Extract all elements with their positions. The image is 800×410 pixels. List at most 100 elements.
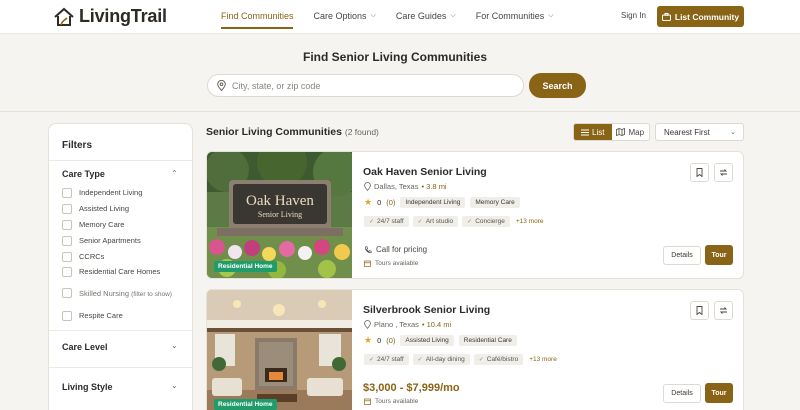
community-name[interactable]: Oak Haven Senior Living [363, 166, 487, 178]
chevron-down-icon: ⌵ [548, 12, 554, 19]
rating-row: ★ 0 (0) Independent Living Memory Care [364, 197, 520, 208]
amenities-row: ✓ 24/7 staff ✓ All-day dining ✓ Café/bistro… [364, 354, 557, 365]
filter-option-respite-care[interactable]: Respite Care [62, 311, 123, 321]
residential-home-badge: Residential Home [214, 261, 277, 272]
nav-care-options[interactable]: Care Options ⌵ [314, 11, 376, 21]
chevron-down-icon[interactable]: ⌄ [171, 381, 178, 390]
filter-option-senior-apartments[interactable]: Senior Apartments [62, 236, 141, 246]
site-header: LivingTrail Find Communities Care Option… [0, 0, 800, 34]
tour-button[interactable]: Tour [705, 245, 733, 265]
save-button[interactable] [690, 163, 709, 182]
amenity-label: Art studio [425, 218, 454, 225]
distance: • 10.4 mi [421, 320, 452, 329]
checkbox[interactable] [62, 204, 72, 214]
sort-select[interactable]: Nearest First ⌄ [655, 123, 744, 141]
checkbox[interactable] [62, 188, 72, 198]
price-text: $3,000 - $7,999/mo [363, 382, 460, 394]
star-icon: ★ [364, 335, 373, 345]
checkbox[interactable] [62, 236, 72, 246]
more-amenities-link[interactable]: +13 more [516, 218, 544, 225]
care-tag: Memory Care [470, 197, 520, 208]
chevron-down-icon[interactable]: ⌄ [171, 341, 178, 350]
option-label: Memory Care [79, 220, 125, 229]
amenity: ✓ All-day dining [412, 354, 470, 365]
care-tag: Independent Living [400, 197, 466, 208]
community-photo[interactable]: Oak Haven Senior Living Residential Home [207, 152, 352, 278]
save-button[interactable] [690, 301, 709, 320]
community-card[interactable]: Oak Haven Senior Living Residential Home… [206, 151, 744, 279]
community-card[interactable]: Residential Home Silverbrook Senior Livi… [206, 289, 744, 410]
sort-value: Nearest First [664, 127, 710, 137]
nav-care-guides[interactable]: Care Guides ⌵ [396, 11, 456, 21]
check-icon: ✓ [369, 357, 375, 363]
filter-option-residential-care-homes[interactable]: Residential Care Homes [62, 267, 160, 277]
details-button[interactable]: Details [663, 246, 701, 265]
community-name[interactable]: Silverbrook Senior Living [363, 304, 490, 316]
filter-option-assisted-living[interactable]: Assisted Living [62, 204, 129, 214]
map-view-label: Map [628, 127, 645, 137]
city: Plano , Texas [374, 320, 419, 329]
details-button[interactable]: Details [663, 384, 701, 403]
results-title-text: Senior Living Communities [206, 126, 342, 138]
care-level-title[interactable]: Care Level [62, 342, 108, 352]
check-icon: ✓ [478, 357, 484, 363]
location-search-input[interactable] [232, 80, 502, 91]
tours-text: Tours available [375, 260, 419, 267]
list-community-button[interactable]: List Community [657, 6, 744, 27]
community-photo[interactable]: Residential Home [207, 290, 352, 410]
star-icon: ★ [364, 197, 373, 207]
nav-label: Find Communities [221, 11, 294, 21]
option-label: Respite Care [79, 311, 123, 320]
nav-for-communities[interactable]: For Communities ⌵ [476, 11, 554, 21]
divider [0, 111, 800, 112]
checkbox[interactable] [62, 311, 72, 321]
view-toggle: List Map [573, 123, 650, 141]
sign-text-line1: Oak Haven [246, 193, 314, 209]
list-view-label: List [592, 127, 605, 137]
more-amenities-link[interactable]: +13 more [529, 356, 557, 363]
calendar-icon [364, 260, 371, 267]
amenity: ✓ 24/7 staff [364, 216, 409, 227]
chevron-down-icon: ⌵ [370, 12, 376, 19]
chevron-up-icon[interactable]: ⌃ [171, 169, 178, 178]
amenity: ✓ Art studio [412, 216, 459, 227]
checkbox[interactable] [62, 252, 72, 262]
residential-home-badge: Residential Home [214, 399, 277, 410]
checkbox[interactable] [62, 267, 72, 277]
silverbrook-lobby-photo [207, 290, 352, 410]
logo[interactable]: LivingTrail [53, 6, 167, 27]
compare-arrows-icon [719, 169, 728, 176]
search-button[interactable]: Search [529, 73, 586, 98]
chevron-down-icon: ⌄ [730, 129, 736, 136]
option-label: Residential Care Homes [79, 267, 161, 276]
living-style-title[interactable]: Living Style [62, 382, 113, 392]
filter-option-skilled-nursing[interactable]: Skilled Nursing (filter to show) [62, 288, 172, 300]
sign-in-link[interactable]: Sign In [621, 11, 646, 20]
checkbox[interactable] [62, 220, 72, 230]
filter-option-independent-living[interactable]: Independent Living [62, 188, 142, 198]
care-type-title[interactable]: Care Type [62, 169, 105, 179]
filter-option-memory-care[interactable]: Memory Care [62, 220, 124, 230]
map-view-button[interactable]: Map [612, 124, 650, 140]
hero-title: Find Senior Living Communities [302, 50, 487, 64]
filter-option-ccrcs[interactable]: CCRCs [62, 252, 104, 262]
sign-text-line2: Senior Living [258, 210, 302, 219]
compare-button[interactable] [714, 301, 733, 320]
option-label: Skilled Nursing (filter to show) [79, 288, 172, 300]
compare-button[interactable] [714, 163, 733, 182]
nav-find-communities[interactable]: Find Communities [221, 11, 294, 21]
rating-row: ★ 0 (0) Assisted Living Residential Care [364, 335, 517, 346]
location-pin-icon [364, 320, 371, 329]
divider [49, 330, 192, 331]
list-view-button[interactable]: List [574, 124, 612, 140]
main-nav: Find Communities Care Options ⌵ Care Guid… [221, 11, 574, 21]
tour-button[interactable]: Tour [705, 383, 733, 403]
amenity-label: Concierge [475, 218, 505, 225]
brand-name: LivingTrail [79, 6, 167, 26]
city: Dallas, Texas [374, 182, 419, 191]
checkbox[interactable] [62, 288, 72, 298]
review-count: (0) [386, 198, 396, 207]
tours-info: Tours available [364, 398, 418, 405]
list-community-label: List Community [674, 11, 740, 22]
location-pin-icon [364, 182, 371, 191]
